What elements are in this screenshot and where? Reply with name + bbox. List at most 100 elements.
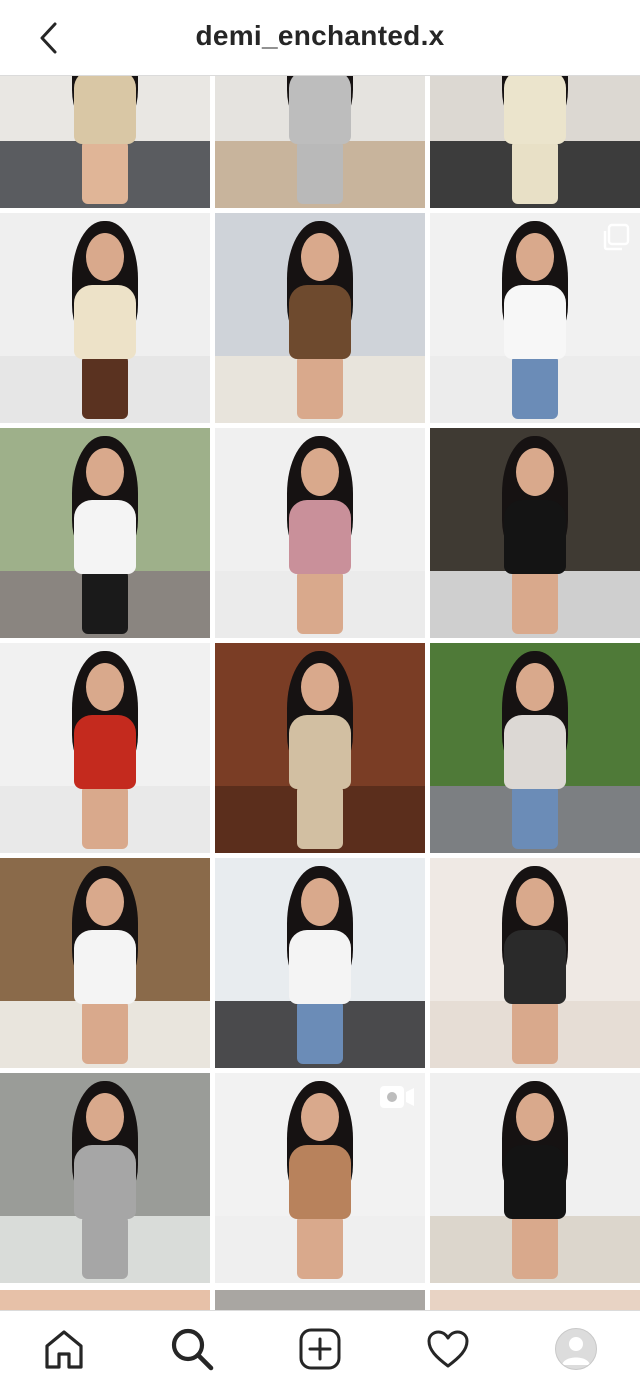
subject-outfit xyxy=(74,930,136,1004)
nav-activity-button[interactable] xyxy=(384,1311,512,1386)
post-thumbnail[interactable] xyxy=(0,428,210,638)
video-icon xyxy=(380,1086,414,1108)
post-thumbnail[interactable] xyxy=(0,858,210,1068)
home-icon xyxy=(45,1329,83,1369)
subject-legs xyxy=(297,140,343,204)
subject-face xyxy=(86,663,124,711)
post-thumbnail-partial[interactable] xyxy=(430,1290,640,1310)
photo-subject xyxy=(215,643,425,853)
photo-subject xyxy=(0,76,210,208)
photo-subject xyxy=(0,1073,210,1283)
subject-outfit xyxy=(74,715,136,789)
post-thumbnail[interactable] xyxy=(0,1073,210,1283)
post-thumbnail[interactable] xyxy=(430,213,640,423)
subject-outfit xyxy=(289,500,351,574)
post-thumbnail[interactable] xyxy=(215,1073,425,1283)
subject-face xyxy=(301,448,339,496)
post-thumbnail[interactable] xyxy=(0,643,210,853)
subject-face xyxy=(301,1093,339,1141)
subject-face xyxy=(516,878,554,926)
subject-legs xyxy=(82,355,128,419)
profile-username: demi_enchanted.x xyxy=(195,20,445,51)
post-thumbnail[interactable] xyxy=(430,428,640,638)
post-thumbnail[interactable] xyxy=(430,76,640,208)
post-thumbnail[interactable] xyxy=(430,643,640,853)
subject-outfit xyxy=(289,715,351,789)
post-thumbnail-partial[interactable] xyxy=(215,1290,425,1310)
photo-subject xyxy=(0,643,210,853)
subject-legs xyxy=(297,1000,343,1064)
post-thumbnail[interactable] xyxy=(215,428,425,638)
subject-face xyxy=(516,663,554,711)
subject-legs xyxy=(82,570,128,634)
subject-face xyxy=(516,1093,554,1141)
subject-legs xyxy=(297,355,343,419)
subject-outfit xyxy=(504,76,566,144)
subject-legs xyxy=(82,140,128,204)
photo-subject xyxy=(430,1073,640,1283)
subject-outfit xyxy=(504,285,566,359)
post-thumbnail[interactable] xyxy=(430,858,640,1068)
subject-face xyxy=(86,448,124,496)
subject-outfit xyxy=(504,500,566,574)
nav-profile-button[interactable] xyxy=(512,1311,640,1386)
subject-outfit xyxy=(504,715,566,789)
subject-outfit xyxy=(289,76,351,144)
subject-face xyxy=(516,448,554,496)
photo-subject xyxy=(215,213,425,423)
subject-outfit xyxy=(74,76,136,144)
photo-subject xyxy=(215,858,425,1068)
subject-legs xyxy=(82,1000,128,1064)
heart-icon xyxy=(427,1330,469,1367)
subject-outfit xyxy=(74,285,136,359)
add-post-icon xyxy=(299,1328,341,1369)
post-thumbnail[interactable] xyxy=(430,1073,640,1283)
subject-face xyxy=(86,233,124,281)
bottom-nav xyxy=(0,1310,640,1386)
nav-new-post-button[interactable] xyxy=(256,1311,384,1386)
subject-face xyxy=(516,233,554,281)
subject-legs xyxy=(297,1215,343,1279)
subject-legs xyxy=(512,785,558,849)
photo-subject xyxy=(0,213,210,423)
post-thumbnail[interactable] xyxy=(215,213,425,423)
subject-legs xyxy=(512,355,558,419)
carousel-icon xyxy=(603,223,630,251)
subject-legs xyxy=(512,140,558,204)
post-thumbnail-partial[interactable] xyxy=(0,1290,210,1310)
top-bar: demi_enchanted.x xyxy=(0,0,640,76)
subject-face xyxy=(86,878,124,926)
subject-legs xyxy=(82,1215,128,1279)
subject-legs xyxy=(512,1215,558,1279)
subject-outfit xyxy=(289,285,351,359)
subject-legs xyxy=(297,785,343,849)
subject-face xyxy=(301,878,339,926)
post-thumbnail[interactable] xyxy=(0,76,210,208)
avatar xyxy=(555,1327,597,1370)
search-icon xyxy=(171,1328,214,1370)
photo-subject xyxy=(0,428,210,638)
photo-subject xyxy=(430,428,640,638)
nav-search-button[interactable] xyxy=(128,1311,256,1386)
post-thumbnail[interactable] xyxy=(215,858,425,1068)
photo-subject xyxy=(430,76,640,208)
subject-outfit xyxy=(74,1145,136,1219)
photo-subject xyxy=(430,643,640,853)
post-thumbnail[interactable] xyxy=(215,643,425,853)
subject-face xyxy=(86,1093,124,1141)
subject-face xyxy=(301,663,339,711)
subject-legs xyxy=(82,785,128,849)
subject-legs xyxy=(297,570,343,634)
post-thumbnail[interactable] xyxy=(0,213,210,423)
avatar-icon xyxy=(562,1336,590,1365)
posts-grid xyxy=(0,76,640,1310)
subject-outfit xyxy=(504,1145,566,1219)
photo-subject xyxy=(215,428,425,638)
nav-home-button[interactable] xyxy=(0,1311,128,1386)
subject-outfit xyxy=(74,500,136,574)
photo-subject xyxy=(0,858,210,1068)
post-thumbnail[interactable] xyxy=(215,76,425,208)
subject-legs xyxy=(512,1000,558,1064)
subject-outfit xyxy=(504,930,566,1004)
subject-face xyxy=(301,233,339,281)
